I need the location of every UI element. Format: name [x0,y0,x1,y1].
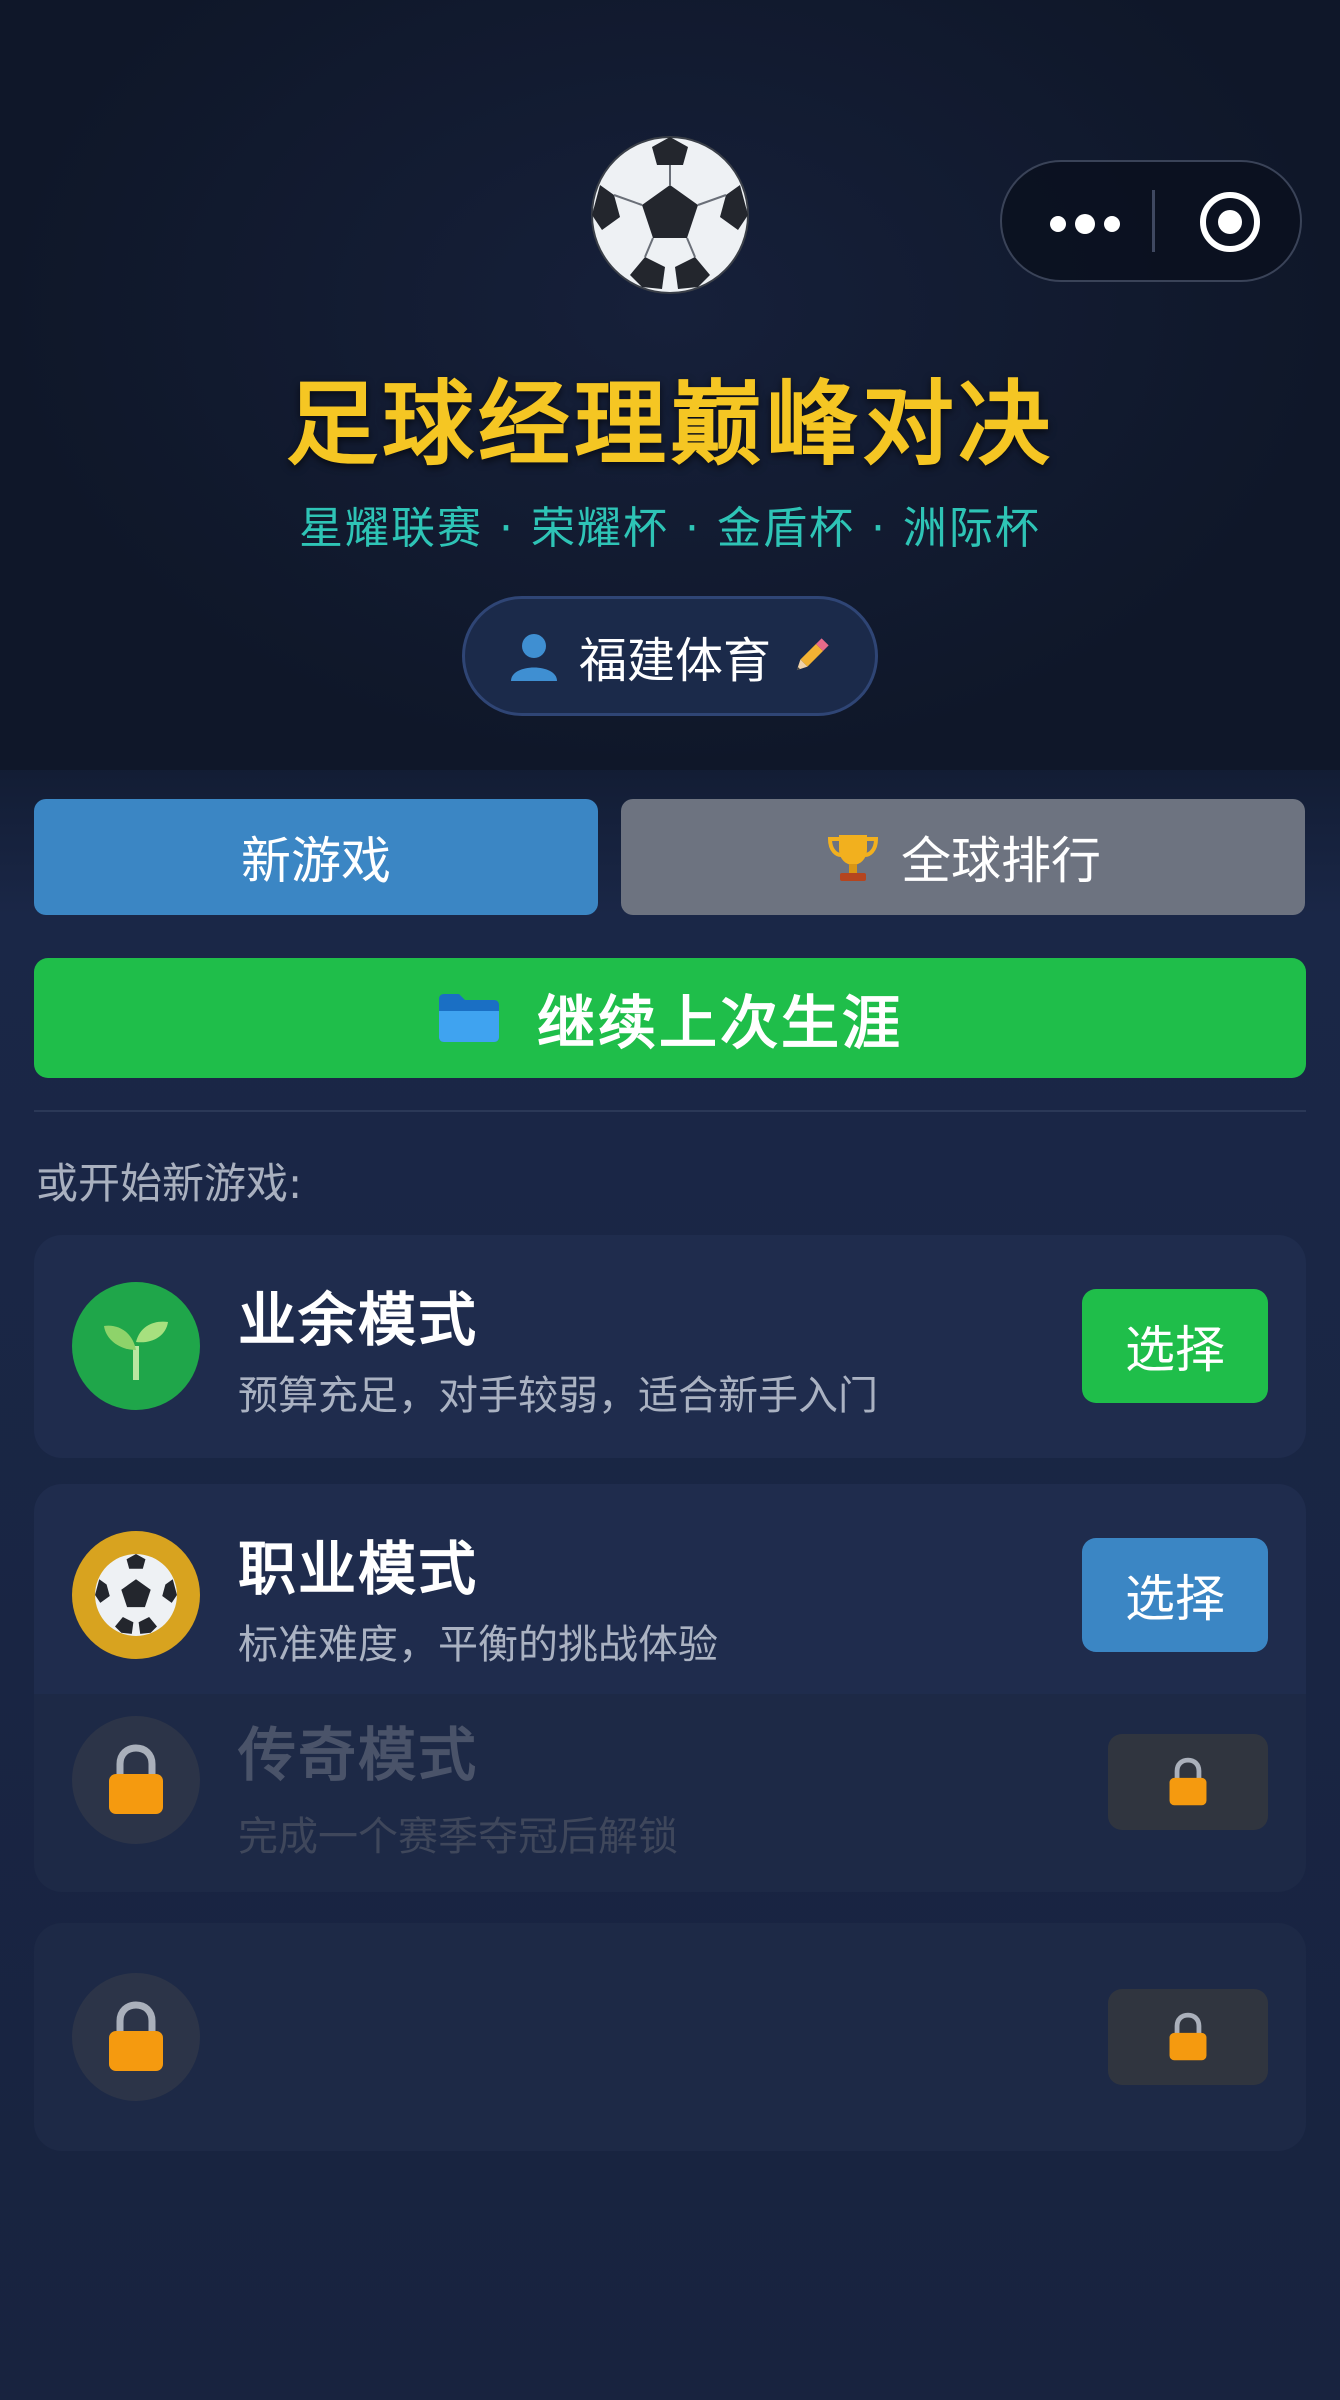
mode-description: 完成一个赛季夺冠后解锁 [238,1814,678,1860]
header: 足球经理巅峰对决 星耀联赛 · 荣耀杯 · 金盾杯 · 洲际杯 福建体育 [0,0,1340,770]
mode-description: 标准难度，平衡的挑战体验 [238,1622,718,1668]
tab-global-ranking[interactable]: 全球排行 [621,799,1305,915]
person-icon [510,634,557,681]
capsule-separator [1152,190,1155,252]
ellipsis-icon[interactable] [1038,162,1148,280]
target-circle-icon[interactable] [1198,190,1262,254]
folder-icon [438,994,499,1042]
app-subtitle: 星耀联赛 · 荣耀杯 · 金盾杯 · 洲际杯 [299,503,1041,554]
app-root: 足球经理巅峰对决 星耀联赛 · 荣耀杯 · 金盾杯 · 洲际杯 福建体育 新游戏 [0,0,1340,2400]
continue-career-label: 继续上次生涯 [536,989,903,1057]
user-name: 福建体育 [578,633,771,689]
mini-program-capsule [1000,160,1302,282]
divider [34,1110,1306,1112]
mode-name: 传奇模式 [238,1721,479,1789]
mode-name: 职业模式 [238,1535,479,1603]
user-name-button[interactable]: 福建体育 [462,596,878,716]
mode-description: 预算充足，对手较弱，适合新手入门 [238,1373,878,1419]
continue-career-button[interactable]: 继续上次生涯 [34,958,1306,1078]
lock-icon [1169,1757,1207,1806]
soccer-ball-icon [72,1531,200,1659]
locked-button[interactable] [1108,1734,1268,1830]
select-pro-button[interactable]: 选择 [1082,1538,1268,1652]
lock-icon [72,1716,200,1844]
trophy-icon [827,835,879,881]
lock-icon [72,1973,200,2101]
select-amateur-button[interactable]: 选择 [1082,1289,1268,1403]
mode-name: 业余模式 [238,1286,479,1354]
pencil-icon [796,638,829,671]
soccer-ball-logo-icon [591,136,749,294]
app-title: 足球经理巅峰对决 [285,371,1054,478]
locked-button[interactable] [1108,1989,1268,2085]
tab-new-game[interactable]: 新游戏 [34,799,598,915]
tab-new-game-label: 新游戏 [241,832,391,890]
mode-card-pro: 职业模式 标准难度，平衡的挑战体验 选择 [34,1484,1306,1694]
tab-global-ranking-label: 全球排行 [901,832,1101,890]
sprout-icon [72,1282,200,1410]
mode-card-amateur: 业余模式 预算充足，对手较弱，适合新手入门 选择 [34,1235,1306,1458]
mode-card-locked [34,1923,1306,2151]
mode-card-legend: 传奇模式 完成一个赛季夺冠后解锁 [34,1694,1306,1892]
lock-icon [1169,2012,1207,2061]
section-label: 或开始新游戏: [36,1159,303,1208]
